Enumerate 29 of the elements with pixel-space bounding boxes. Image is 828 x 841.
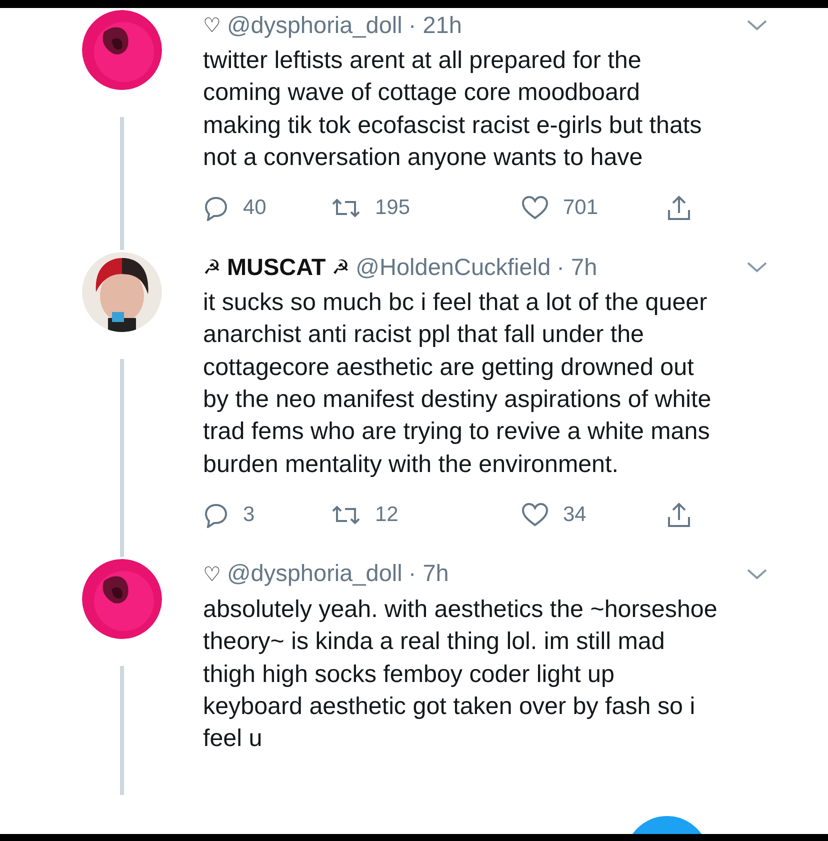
display-name: MUSCAT (226, 254, 326, 281)
like-count: 34 (563, 502, 586, 527)
user-handle: @dysphoria_doll (226, 12, 402, 38)
user-handle: @dysphoria_doll (226, 560, 402, 588)
badge-icon: ♡ (203, 13, 221, 37)
reply-icon[interactable] (203, 502, 229, 528)
badge-icon: ♡ (203, 562, 221, 586)
retweet-count: 12 (375, 502, 398, 527)
timestamp: · 21h (408, 12, 462, 38)
share-icon[interactable] (666, 500, 692, 529)
timestamp: · 7h (556, 254, 598, 281)
like-count: 701 (563, 196, 598, 220)
user-handle: @HoldenCuckfield (356, 254, 551, 281)
badge-icon: ☭ (332, 255, 350, 280)
tweet-text: twitter leftists arent at all prepared for the coming wave of cottage core moodboard making tik tok ecofascist racist e-girls but thats not a conversation anyone wants to have (203, 46, 703, 173)
like-icon[interactable] (521, 502, 549, 528)
reply-count: 3 (243, 502, 255, 527)
retweet-count: 195 (375, 196, 410, 220)
share-icon[interactable] (666, 194, 692, 222)
reply-icon[interactable] (203, 195, 229, 222)
timestamp: · 7h (408, 560, 449, 588)
caret-icon[interactable] (746, 18, 768, 32)
tweet-text: it sucks so much bc i feel that a lot of the queer anarchist anti racist ppl that fall under the cottagecore aesthetic are getting drowned out by the neo manifest destiny aspirations of white trad fems who are trying to revive a white mans burden mentality with the environment. (203, 288, 712, 480)
reply-count: 40 (243, 196, 266, 220)
caret-icon[interactable] (746, 260, 768, 274)
like-icon[interactable] (521, 195, 549, 222)
tweet-text: absolutely yeah. with aesthetics the ~horseshoe theory~ is kinda a real thing lol. im still mad thigh high socks femboy coder light up keyboard aesthetic got taken over by fash so i feel u (203, 594, 718, 754)
caret-icon[interactable] (746, 566, 768, 581)
badge-icon: ☭ (203, 255, 221, 280)
